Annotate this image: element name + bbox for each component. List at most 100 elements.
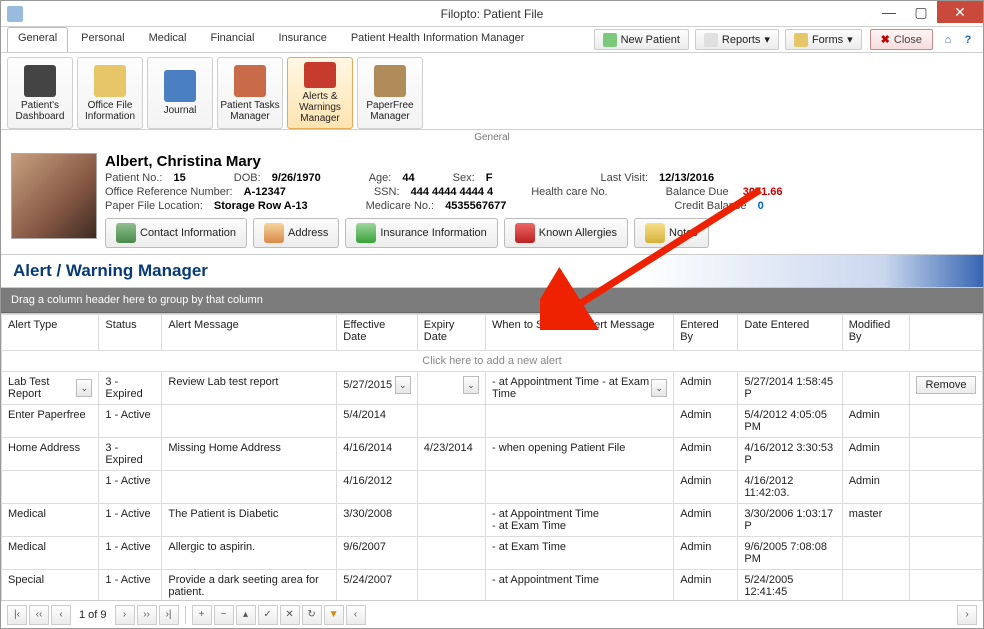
cell-effective-date[interactable]: 3/30/2008 <box>337 504 418 537</box>
cell-when-to-show[interactable]: - at Appointment Time- at Exam Time <box>486 504 674 537</box>
edit-record-button[interactable]: ▴ <box>236 605 256 625</box>
cell-alert-type[interactable] <box>2 471 99 504</box>
cell-modified-by[interactable]: Admin <box>842 405 909 438</box>
cell-when-to-show[interactable]: - at Appointment Time - at Exam Time⌄ <box>486 372 674 405</box>
cell-alert-message[interactable] <box>162 471 337 504</box>
nav-next-page-button[interactable]: ›› <box>137 605 157 625</box>
ribbon-journal[interactable]: Journal <box>147 57 213 129</box>
tab-medical[interactable]: Medical <box>138 27 198 52</box>
cell-status[interactable]: 1 - Active <box>99 405 162 438</box>
cell-expiry-date[interactable] <box>417 504 485 537</box>
cell-status[interactable]: 1 - Active <box>99 471 162 504</box>
table-row[interactable]: Special1 - ActiveProvide a dark seeting … <box>2 570 983 601</box>
column-header[interactable]: Alert Message <box>162 315 337 351</box>
dropdown-icon[interactable]: ⌄ <box>463 376 479 394</box>
table-row[interactable]: Medical1 - ActiveAllergic to aspirin.9/6… <box>2 537 983 570</box>
notes-button[interactable]: Notes <box>634 218 709 248</box>
ribbon-patient-s-dashboard[interactable]: Patient's Dashboard <box>7 57 73 129</box>
column-header[interactable]: Entered By <box>674 315 738 351</box>
cell-date-entered[interactable]: 9/6/2005 7:08:08 PM <box>738 537 842 570</box>
insurance-info-button[interactable]: Insurance Information <box>345 218 497 248</box>
cell-modified-by[interactable] <box>842 372 909 405</box>
cell-status[interactable]: 3 - Expired <box>99 438 162 471</box>
cell-alert-type[interactable]: Special <box>2 570 99 601</box>
refresh-button[interactable]: ↻ <box>302 605 322 625</box>
known-allergies-button[interactable]: Known Allergies <box>504 218 628 248</box>
post-record-button[interactable]: ✓ <box>258 605 278 625</box>
cell-when-to-show[interactable]: - at Appointment Time <box>486 570 674 601</box>
scroll-right-button[interactable]: › <box>957 605 977 625</box>
ribbon-alerts-warnings-manager[interactable]: Alerts & Warnings Manager <box>287 57 353 129</box>
contact-info-button[interactable]: Contact Information <box>105 218 247 248</box>
cell-entered-by[interactable]: Admin <box>674 438 738 471</box>
cell-modified-by[interactable]: Admin <box>842 471 909 504</box>
column-header[interactable]: When to Show the Alert Message <box>486 315 674 351</box>
cell-when-to-show[interactable]: - when opening Patient File <box>486 438 674 471</box>
cell-entered-by[interactable]: Admin <box>674 405 738 438</box>
cell-when-to-show[interactable] <box>486 405 674 438</box>
cell-modified-by[interactable]: Admin <box>842 438 909 471</box>
cell-alert-message[interactable]: Allergic to aspirin. <box>162 537 337 570</box>
remove-button[interactable]: Remove <box>916 376 976 394</box>
dropdown-icon[interactable]: ⌄ <box>395 376 411 394</box>
cell-date-entered[interactable]: 4/16/2012 3:30:53 P <box>738 438 842 471</box>
table-row[interactable]: Medical1 - ActiveThe Patient is Diabetic… <box>2 504 983 537</box>
cell-entered-by[interactable]: Admin <box>674 570 738 601</box>
cell-effective-date[interactable]: 5/4/2014 <box>337 405 418 438</box>
cell-date-entered[interactable]: 5/24/2005 12:41:45 <box>738 570 842 601</box>
column-header[interactable]: Alert Type <box>2 315 99 351</box>
delete-record-button[interactable]: − <box>214 605 234 625</box>
nav-prev-button[interactable]: ‹ <box>51 605 71 625</box>
column-header[interactable]: Modified By <box>842 315 909 351</box>
cell-expiry-date[interactable]: 4/23/2014 <box>417 438 485 471</box>
add-new-alert-row[interactable]: Click here to add a new alert <box>2 351 983 372</box>
ribbon-patient-tasks-manager[interactable]: Patient Tasks Manager <box>217 57 283 129</box>
cell-entered-by[interactable]: Admin <box>674 504 738 537</box>
filter-button[interactable]: ▼ <box>324 605 344 625</box>
column-header[interactable]: Date Entered <box>738 315 842 351</box>
cell-expiry-date[interactable] <box>417 405 485 438</box>
cell-expiry-date[interactable]: ⌄ <box>417 372 485 405</box>
cell-entered-by[interactable]: Admin <box>674 537 738 570</box>
cell-modified-by[interactable] <box>842 537 909 570</box>
cell-alert-message[interactable]: Review Lab test report <box>162 372 337 405</box>
new-patient-button[interactable]: New Patient <box>594 29 689 50</box>
maximize-button[interactable]: ▢ <box>905 1 937 23</box>
cell-entered-by[interactable]: Admin <box>674 372 738 405</box>
cell-effective-date[interactable]: 9/6/2007 <box>337 537 418 570</box>
cell-date-entered[interactable]: 4/16/2012 11:42:03. <box>738 471 842 504</box>
cell-effective-date[interactable]: 5/24/2007 <box>337 570 418 601</box>
scroll-left-button[interactable]: ‹ <box>346 605 366 625</box>
nav-last-button[interactable]: ›| <box>159 605 179 625</box>
table-row[interactable]: Home Address3 - ExpiredMissing Home Addr… <box>2 438 983 471</box>
tab-patient-health-information-manager[interactable]: Patient Health Information Manager <box>340 27 536 52</box>
cell-status[interactable]: 1 - Active <box>99 570 162 601</box>
cell-alert-type[interactable]: Lab Test Report⌄ <box>2 372 99 405</box>
cell-status[interactable]: 1 - Active <box>99 537 162 570</box>
reports-dropdown[interactable]: Reports▾ <box>695 29 779 50</box>
cell-expiry-date[interactable] <box>417 570 485 601</box>
cell-effective-date[interactable]: 5/27/2015⌄ <box>337 372 418 405</box>
dropdown-icon[interactable]: ⌄ <box>76 379 92 397</box>
column-header[interactable]: Effective Date <box>337 315 418 351</box>
add-record-button[interactable]: + <box>192 605 212 625</box>
column-header[interactable]: Status <box>99 315 162 351</box>
cell-effective-date[interactable]: 4/16/2014 <box>337 438 418 471</box>
ribbon-office-file-information[interactable]: Office File Information <box>77 57 143 129</box>
ribbon-paperfree-manager[interactable]: PaperFree Manager <box>357 57 423 129</box>
minimize-button[interactable]: — <box>873 1 905 23</box>
tab-financial[interactable]: Financial <box>199 27 265 52</box>
cell-modified-by[interactable] <box>842 570 909 601</box>
nav-prev-page-button[interactable]: ‹‹ <box>29 605 49 625</box>
cell-status[interactable]: 3 - Expired <box>99 372 162 405</box>
cell-entered-by[interactable]: Admin <box>674 471 738 504</box>
table-row[interactable]: 1 - Active4/16/2012Admin4/16/2012 11:42:… <box>2 471 983 504</box>
group-by-hint[interactable]: Drag a column header here to group by th… <box>1 288 983 313</box>
cell-modified-by[interactable]: master <box>842 504 909 537</box>
window-close-button[interactable]: ✕ <box>937 1 983 23</box>
tab-general[interactable]: General <box>7 27 68 52</box>
table-row[interactable]: Enter Paperfree1 - Active5/4/2014Admin5/… <box>2 405 983 438</box>
dropdown-icon[interactable]: ⌄ <box>651 379 667 397</box>
cell-date-entered[interactable]: 5/27/2014 1:58:45 P <box>738 372 842 405</box>
cell-expiry-date[interactable] <box>417 537 485 570</box>
